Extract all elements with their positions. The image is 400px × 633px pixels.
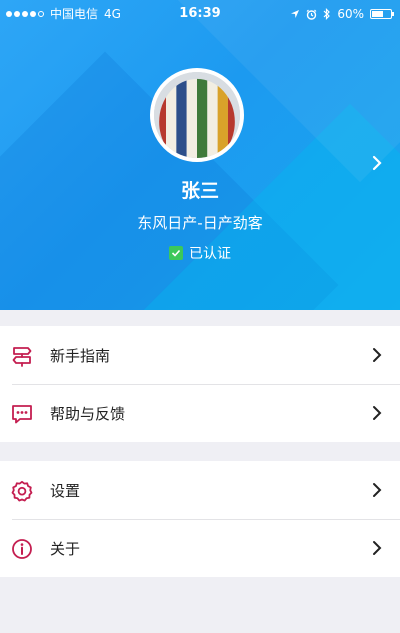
gear-icon — [11, 480, 33, 502]
profile-name: 张三 — [180, 180, 219, 202]
menu-item-about[interactable]: 关于 — [0, 519, 400, 577]
bluetooth-icon — [323, 8, 331, 20]
menu-item-settings[interactable]: 设置 — [0, 461, 400, 519]
menu-item-label: 帮助与反馈 — [50, 404, 126, 423]
verified-badge: 已认证 — [0, 243, 400, 263]
chevron-right-icon — [373, 541, 382, 555]
avatar[interactable] — [150, 68, 244, 162]
menu-group-settings: 设置 关于 — [0, 461, 400, 577]
chevron-right-icon — [373, 348, 382, 362]
status-bar: 中国电信 4G 16:39 60% — [0, 0, 400, 28]
menu-item-label: 设置 — [50, 481, 81, 500]
signpost-icon — [12, 347, 32, 367]
battery-percent: 60% — [337, 7, 364, 21]
menu-item-help-feedback[interactable]: 帮助与反馈 — [0, 384, 400, 442]
verified-label: 已认证 — [189, 246, 231, 262]
hot-air-balloon-image — [154, 72, 240, 158]
location-arrow-icon — [291, 10, 300, 18]
profile-company: 东风日产-日产劲客 — [137, 214, 263, 232]
chat-icon — [12, 405, 32, 424]
status-right: 60% — [290, 0, 394, 28]
chevron-right-icon — [373, 406, 382, 420]
menu-item-beginner-guide[interactable]: 新手指南 — [0, 326, 400, 384]
info-icon — [12, 539, 32, 559]
chevron-right-icon — [373, 483, 382, 497]
menu-group-help: 新手指南 帮助与反馈 — [0, 326, 400, 442]
chevron-right-icon[interactable] — [370, 154, 384, 172]
battery-icon — [370, 9, 394, 19]
alarm-clock-icon — [306, 9, 317, 20]
menu-item-label: 关于 — [50, 539, 81, 558]
check-icon — [169, 246, 183, 260]
menu-item-label: 新手指南 — [50, 346, 111, 365]
